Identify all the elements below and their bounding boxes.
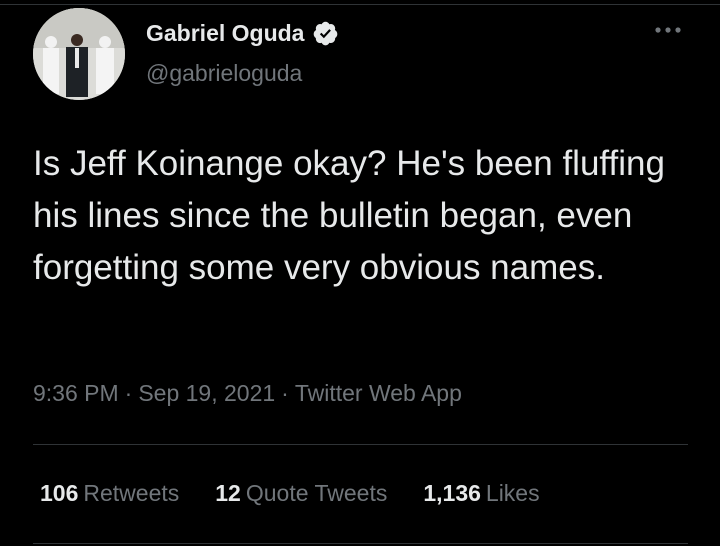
likes-count: 1,136 bbox=[423, 480, 481, 506]
divider bbox=[33, 444, 688, 445]
more-options-icon bbox=[655, 27, 681, 33]
tweet-source[interactable]: Twitter Web App bbox=[295, 380, 462, 406]
retweets-stat[interactable]: 106 Retweets bbox=[40, 480, 179, 507]
top-border bbox=[0, 4, 720, 5]
avatar-photo bbox=[33, 8, 125, 100]
tweet-date[interactable]: Sep 19, 2021 bbox=[138, 380, 275, 406]
likes-stat[interactable]: 1,136 Likes bbox=[423, 480, 539, 507]
quote-tweets-label: Quote Tweets bbox=[245, 480, 388, 506]
quote-tweets-stat[interactable]: 12 Quote Tweets bbox=[215, 480, 387, 507]
author-name[interactable]: Gabriel Oguda bbox=[146, 20, 339, 47]
retweets-count: 106 bbox=[40, 480, 79, 506]
author-handle[interactable]: @gabrieloguda bbox=[146, 60, 302, 87]
tweet-meta: 9:36 PM · Sep 19, 2021 · Twitter Web App bbox=[33, 380, 462, 407]
more-options-button[interactable] bbox=[648, 18, 688, 42]
meta-separator: · bbox=[281, 380, 289, 406]
retweets-label: Retweets bbox=[83, 480, 180, 506]
tweet-stats: 106 Retweets 12 Quote Tweets 1,136 Likes bbox=[40, 480, 576, 507]
author-name-text[interactable]: Gabriel Oguda bbox=[146, 20, 304, 47]
tweet-text: Is Jeff Koinange okay? He's been fluffin… bbox=[33, 144, 665, 287]
avatar[interactable] bbox=[33, 8, 125, 100]
meta-separator: · bbox=[124, 380, 133, 406]
likes-label: Likes bbox=[485, 480, 540, 506]
tweet-time[interactable]: 9:36 PM bbox=[33, 380, 119, 406]
divider bbox=[33, 543, 688, 544]
quote-tweets-count: 12 bbox=[215, 480, 241, 506]
verified-badge-icon bbox=[312, 20, 339, 47]
